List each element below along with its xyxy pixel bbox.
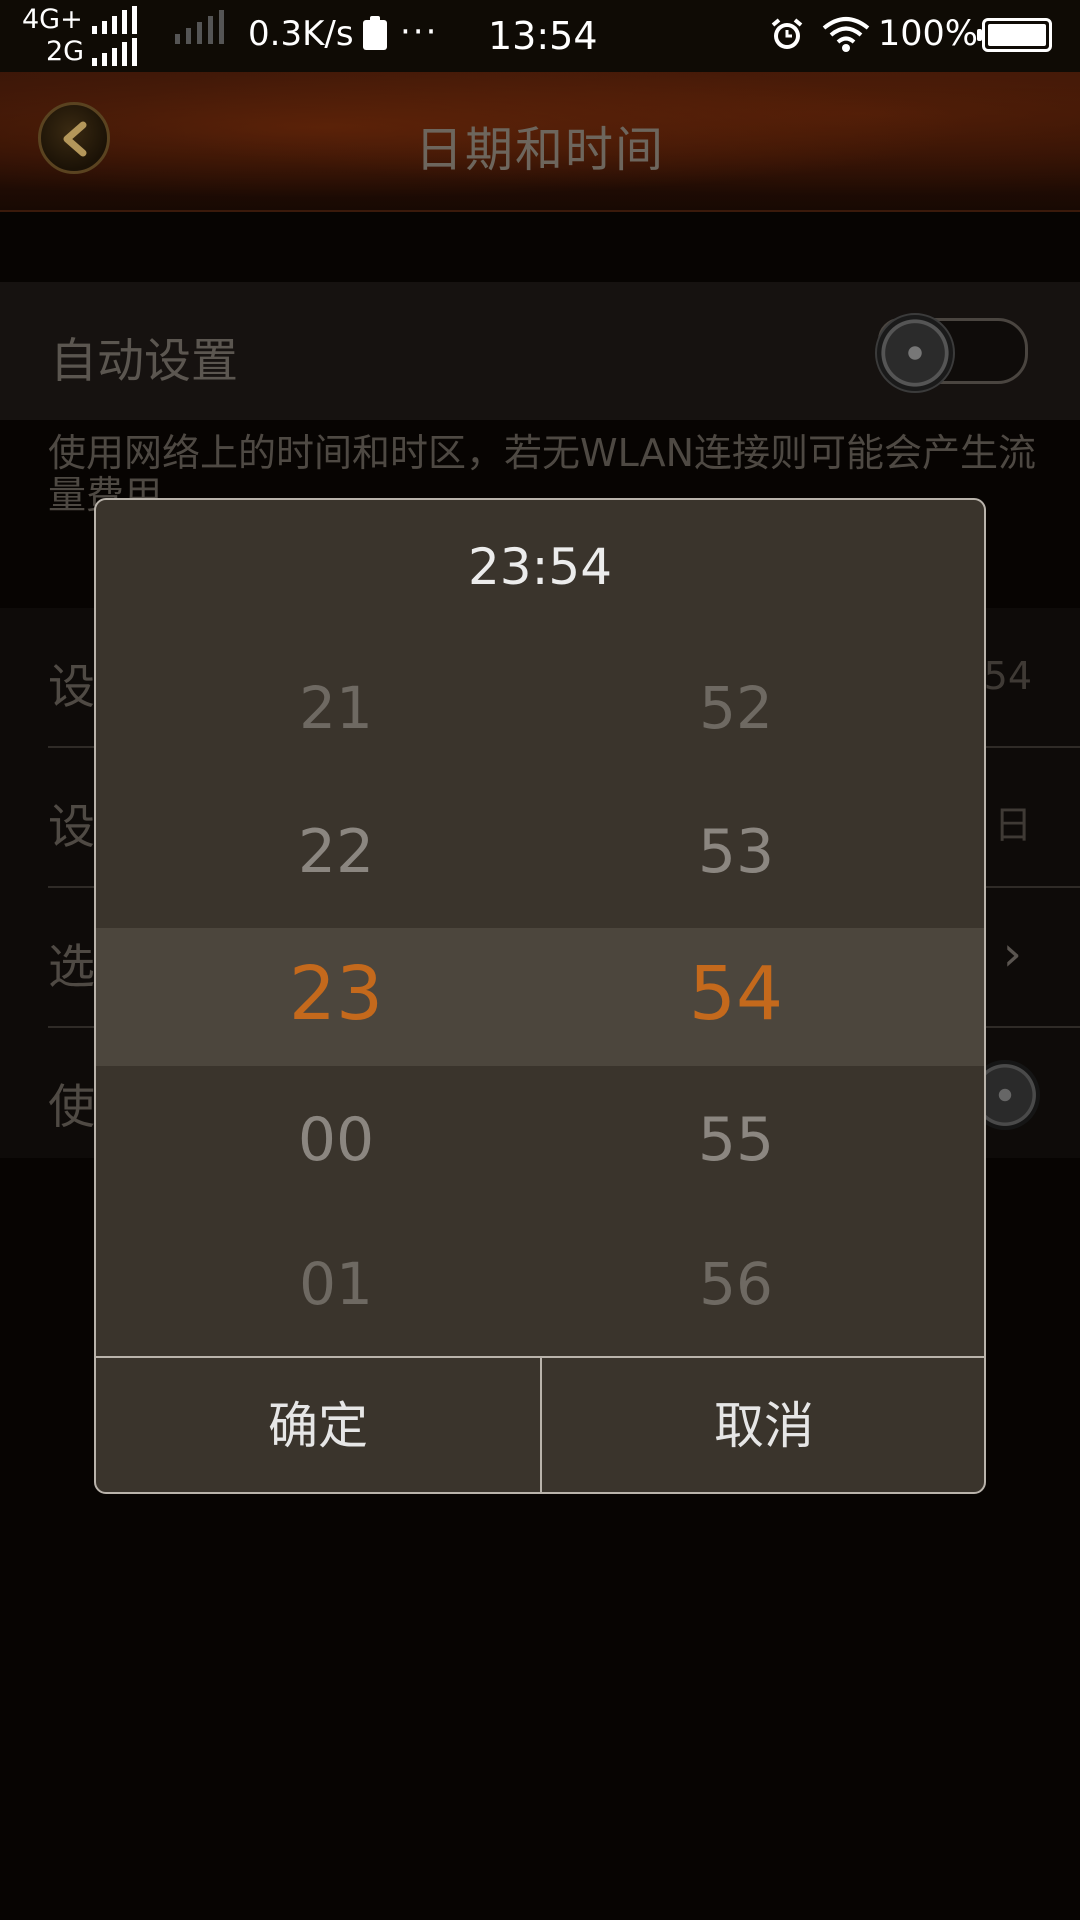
time-picker-dialog: 23:54 21 22 23 00 01 52 53 54 55 56 确定 取… <box>94 498 986 1494</box>
signal-bars-icon <box>92 38 172 66</box>
clipboard-icon <box>363 16 387 50</box>
dialog-title: 23:54 <box>467 538 613 596</box>
list-item-label: 选 <box>48 940 95 995</box>
network-type-secondary: 2G <box>46 36 85 67</box>
cancel-button[interactable]: 取消 <box>542 1358 984 1492</box>
network-speed: 0.3K/s <box>248 14 354 54</box>
cellular-signal: 4G+ 2G <box>22 4 137 68</box>
status-bar: 4G+ 2G 0.3K/s ··· 13:54 100% <box>0 0 1080 72</box>
page-title: 日期和时间 <box>414 122 665 178</box>
battery-percent: 100% <box>878 14 979 54</box>
chevron-right-icon: › <box>1002 926 1022 982</box>
minute-option[interactable]: 56 <box>536 1244 936 1324</box>
more-icon: ··· <box>400 12 439 52</box>
dialog-buttons: 确定 取消 <box>96 1356 984 1492</box>
wheel-icon <box>875 313 955 393</box>
list-item-label: 使 <box>48 1080 95 1135</box>
list-item-label: 设 <box>48 660 95 715</box>
signal-bars-icon <box>92 6 172 34</box>
hour-option[interactable]: 00 <box>136 1100 536 1180</box>
auto-setting-row[interactable]: 自动设置 <box>0 282 1080 420</box>
list-item-value: 54 <box>983 654 1032 698</box>
minute-option[interactable]: 52 <box>536 668 936 748</box>
signal-weak-icon <box>175 10 245 52</box>
hour-option[interactable]: 22 <box>136 812 536 892</box>
network-type-primary: 4G+ <box>22 4 83 35</box>
hour-option[interactable]: 01 <box>136 1244 536 1324</box>
minute-option[interactable]: 53 <box>536 812 936 892</box>
wifi-icon <box>822 17 870 52</box>
battery-icon <box>977 18 1052 52</box>
minute-option[interactable]: 55 <box>536 1100 936 1180</box>
hour-option[interactable]: 21 <box>136 668 536 748</box>
title-bar: 日期和时间 <box>0 72 1080 212</box>
confirm-button[interactable]: 确定 <box>96 1358 542 1492</box>
hour-option-selected[interactable]: 23 <box>136 954 536 1034</box>
alarm-icon <box>771 18 803 49</box>
list-item-label: 设 <box>48 800 95 855</box>
auto-setting-label: 自动设置 <box>50 334 238 389</box>
minute-option-selected[interactable]: 54 <box>536 954 936 1034</box>
status-time: 13:54 <box>488 14 598 58</box>
auto-setting-toggle[interactable] <box>875 313 1028 393</box>
list-item-value: 日 <box>993 803 1032 847</box>
